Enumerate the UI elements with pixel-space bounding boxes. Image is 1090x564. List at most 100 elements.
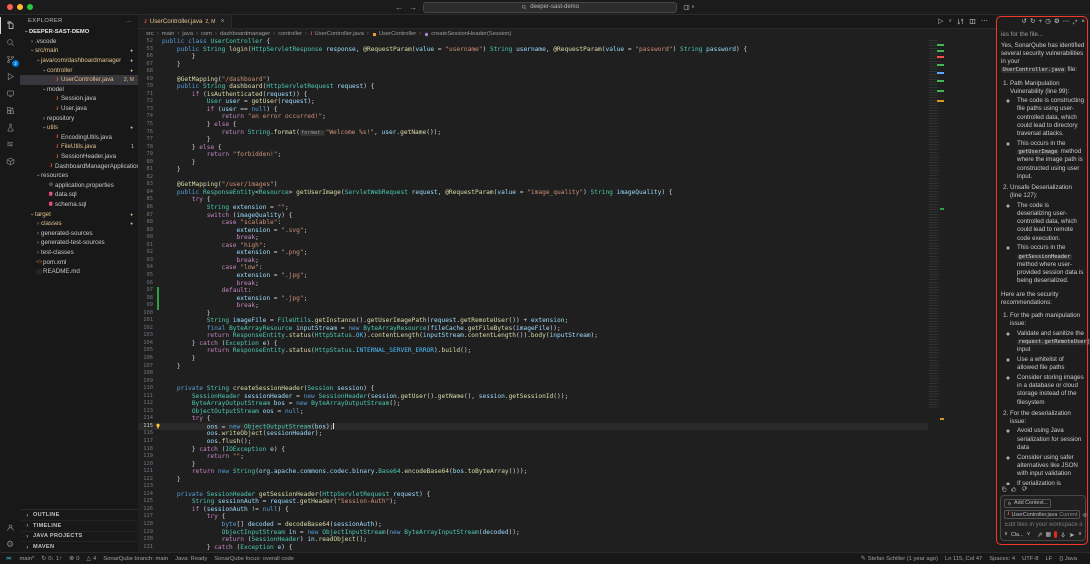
layout-toggle-button[interactable]: ∨ — [683, 4, 695, 11]
open-in-editor-icon[interactable] — [1072, 19, 1078, 26]
code-line-89[interactable]: 89 extension = ".svg"; — [138, 227, 928, 235]
code-line-131[interactable]: 131 } catch (Exception e) { — [138, 544, 928, 552]
code-line-125[interactable]: 125 String sessionAuth = request.getHead… — [138, 498, 928, 506]
chevron-down-icon[interactable]: ∨ — [1004, 532, 1008, 537]
code-line-106[interactable]: 106 } — [138, 355, 928, 363]
code-line-98[interactable]: 98 extension = ".jpg"; — [138, 295, 928, 303]
more-icon[interactable]: ⋯ — [981, 18, 988, 25]
code-line-130[interactable]: 130 return (SessionHeader) in.readObject… — [138, 536, 928, 544]
zoom-window-button[interactable] — [27, 4, 33, 10]
tree-item-session-java[interactable]: JSession.java — [20, 94, 138, 104]
activity-package-icon[interactable] — [0, 153, 20, 170]
code-line-83[interactable]: 83 @GetMapping("/user/images") — [138, 181, 928, 189]
code-line-80[interactable]: 80 } — [138, 159, 928, 167]
code-line-90[interactable]: 90 break; — [138, 234, 928, 242]
tree-item-controller[interactable]: ›controller● — [20, 65, 138, 75]
send-icon[interactable] — [1069, 532, 1075, 538]
breadcrumb-item[interactable]: UserController — [372, 31, 416, 37]
status-warnings[interactable]: △4 — [86, 555, 96, 562]
code-line-81[interactable]: 81 } — [138, 166, 928, 174]
code-line-107[interactable]: 107 } — [138, 363, 928, 371]
status-language-mode[interactable]: {} Java — [1059, 556, 1077, 562]
tree-item-application-properties[interactable]: ⚙application.properties — [20, 181, 138, 191]
split-editor-icon[interactable] — [969, 18, 976, 25]
code-line-95[interactable]: 95 extension = ".jpg"; — [138, 272, 928, 280]
section-outline[interactable]: ›OUTLINE — [20, 510, 138, 521]
code-line-114[interactable]: 114 try { — [138, 415, 928, 423]
eye-icon[interactable] — [1082, 512, 1088, 518]
activity-source-control-icon[interactable]: 2 — [0, 51, 20, 68]
tree-item-data-sql[interactable]: data.sql — [20, 190, 138, 200]
code-line-109[interactable]: 109 — [138, 378, 928, 386]
code-line-52[interactable]: 52public class UserController { — [138, 38, 928, 46]
nav-back-icon[interactable]: ← — [395, 3, 403, 12]
code-line-87[interactable]: 87 switch (imageQuality) { — [138, 212, 928, 220]
new-chat-icon[interactable]: + — [1038, 19, 1042, 26]
tree-item-repository[interactable]: ›repository — [20, 113, 138, 123]
code-line-73[interactable]: 73 if (user == null) { — [138, 106, 928, 114]
code-line-69[interactable]: 69 @GetMapping("/dashboard") — [138, 76, 928, 84]
breadcrumb-item[interactable]: java — [182, 31, 193, 37]
redo-icon[interactable]: ↻ — [1030, 19, 1035, 26]
code-line-116[interactable]: 116 oos.writeObject(sessionHeader); — [138, 430, 928, 438]
context-file-chip[interactable]: J UserController.java Current — [1004, 510, 1080, 519]
tree-item-schema-sql[interactable]: schema.sql — [20, 200, 138, 210]
tree-item-usercontroller-java[interactable]: JUserController.java2, M — [20, 75, 138, 85]
tree-item-dashboardmanagerapplication-java[interactable]: JDashboardManagerApplication.java — [20, 161, 138, 171]
run-icon[interactable]: ▷ — [938, 18, 943, 25]
status-eol[interactable]: LF — [1046, 556, 1053, 562]
thumbs-up-icon[interactable] — [1011, 486, 1017, 492]
breadcrumb-item[interactable]: com — [201, 31, 212, 37]
code-line-76[interactable]: 76 return String.format(format:"Welcome … — [138, 129, 928, 137]
tree-item-resources[interactable]: ›resources — [20, 171, 138, 181]
code-line-91[interactable]: 91 case "high": — [138, 242, 928, 250]
chevron-down-icon[interactable]: ∨ — [948, 19, 952, 24]
code-line-75[interactable]: 75 } else { — [138, 121, 928, 129]
tree-item-generated-sources[interactable]: ›generated-sources — [20, 228, 138, 238]
tab-usercontroller-java[interactable]: J UserController.java 2, M × — [138, 15, 232, 28]
status-git-blame[interactable]: ✎Stefan Schiller (1 year ago) — [861, 555, 938, 562]
activity-test-flask-icon[interactable] — [0, 119, 20, 136]
code-line-85[interactable]: 85 try { — [138, 196, 928, 204]
tree-item-readme-md[interactable]: ⓘREADME.md — [20, 267, 138, 277]
code-line-53[interactable]: 53 public String login(HttpServletRespon… — [138, 46, 928, 54]
code-line-79[interactable]: 79 return "forbidden!"; — [138, 151, 928, 159]
code-line-100[interactable]: 100 } — [138, 310, 928, 318]
code-editor[interactable]: 52public class UserController {53 public… — [138, 38, 928, 553]
activity-files-icon[interactable] — [0, 17, 20, 34]
code-line-124[interactable]: 124 private SessionHeader getSessionHead… — [138, 491, 928, 499]
code-line-127[interactable]: 127 try { — [138, 513, 928, 521]
tree-item--vscode[interactable]: ›.vscode — [20, 37, 138, 47]
code-line-119[interactable]: 119 return ""; — [138, 453, 928, 461]
tree-item-test-classes[interactable]: ›test-classes — [20, 248, 138, 258]
close-tab-icon[interactable]: × — [220, 18, 224, 25]
minimize-window-button[interactable] — [17, 4, 23, 10]
code-line-94[interactable]: 94 case "low": — [138, 264, 928, 272]
thumbs-down-icon[interactable] — [1021, 486, 1027, 492]
tree-item-pom-xml[interactable]: </>pom.xml — [20, 257, 138, 267]
breadcrumb-item[interactable]: main — [162, 31, 175, 37]
code-line-113[interactable]: 113 ObjectOutputStream oos = null; — [138, 408, 928, 416]
add-context-button[interactable]: Add Context... — [1004, 499, 1051, 508]
chat-input-box[interactable]: Add Context... J UserController.java Cur… — [1000, 495, 1086, 542]
tree-item-user-java[interactable]: JUser.java — [20, 104, 138, 114]
code-line-84[interactable]: 84 public ResponseEntity<Resource> getUs… — [138, 189, 928, 197]
status-remote-indicator[interactable]: >< — [6, 556, 10, 562]
breadcrumb-item[interactable]: src — [146, 31, 154, 37]
code-line-101[interactable]: 101 String imageFile = FileUtils.getInst… — [138, 317, 928, 325]
code-line-92[interactable]: 92 extension = ".png"; — [138, 249, 928, 257]
model-picker[interactable]: Cla... — [1011, 532, 1024, 538]
code-line-78[interactable]: 78 } else { — [138, 144, 928, 152]
code-line-70[interactable]: 70 public String dashboard(HttpServletRe… — [138, 83, 928, 91]
close-icon[interactable]: × — [1081, 19, 1085, 26]
activity-debug-icon[interactable] — [0, 68, 20, 85]
chat-input-placeholder[interactable]: Edit files in your workspace in agent mo… — [1004, 522, 1082, 529]
code-line-93[interactable]: 93 break; — [138, 257, 928, 265]
code-line-104[interactable]: 104 } catch (Exception e) { — [138, 340, 928, 348]
code-line-103[interactable]: 103 return ResponseEntity.status(HttpSta… — [138, 332, 928, 340]
activity-settings-gear-icon[interactable]: ⚙ — [0, 536, 20, 553]
code-line-77[interactable]: 77 } — [138, 136, 928, 144]
status-java-status[interactable]: Java: Ready — [175, 556, 207, 562]
settings-gear-icon[interactable]: ⚙ — [1054, 19, 1060, 26]
close-window-button[interactable] — [7, 4, 13, 10]
